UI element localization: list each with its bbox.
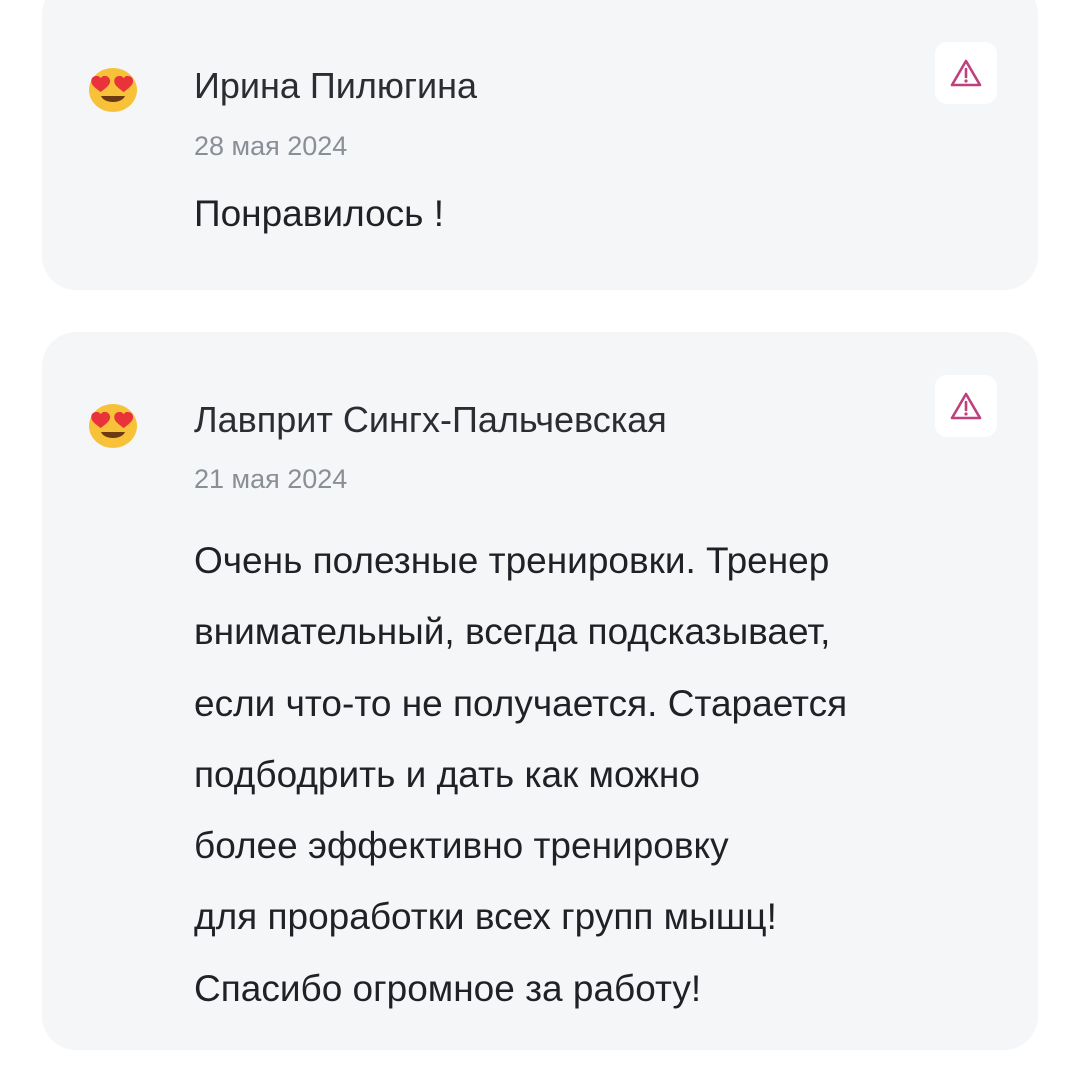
heart-eyes-emoji-icon bbox=[88, 403, 138, 449]
report-button[interactable] bbox=[935, 375, 997, 437]
review-text: Очень полезные тренировки. Тренер внимат… bbox=[194, 525, 847, 1024]
review-author: Лавприт Сингх-Пальчевская bbox=[194, 399, 667, 440]
review-text-line: Спасибо огромное за работу! bbox=[194, 967, 702, 1009]
review-card: Ирина Пилюгина 28 мая 2024 Понравилось ! bbox=[42, 0, 1038, 290]
warning-triangle-icon bbox=[950, 59, 982, 87]
review-text-line: подбодрить и дать как можно bbox=[194, 753, 700, 795]
heart-eyes-emoji-icon bbox=[88, 67, 138, 113]
review-text-line: внимательный, всегда подсказывает, bbox=[194, 611, 831, 653]
warning-triangle-icon bbox=[950, 392, 982, 420]
review-text: Понравилось ! bbox=[194, 193, 445, 234]
review-text-line: более эффективно тренировку bbox=[194, 825, 729, 867]
report-button[interactable] bbox=[935, 42, 997, 104]
review-text-line: Очень полезные тренировки. Тренер bbox=[194, 540, 830, 581]
review-date: 21 мая 2024 bbox=[194, 464, 348, 494]
review-author: Ирина Пилюгина bbox=[194, 65, 478, 106]
review-date: 28 мая 2024 bbox=[194, 131, 348, 161]
review-text-line: для проработки всех групп мышц! bbox=[194, 896, 777, 938]
review-text-line: если что-то не получается. Старается bbox=[194, 682, 848, 724]
review-card: Лавприт Сингх-Пальчевская 21 мая 2024 Оч… bbox=[42, 332, 1038, 1050]
